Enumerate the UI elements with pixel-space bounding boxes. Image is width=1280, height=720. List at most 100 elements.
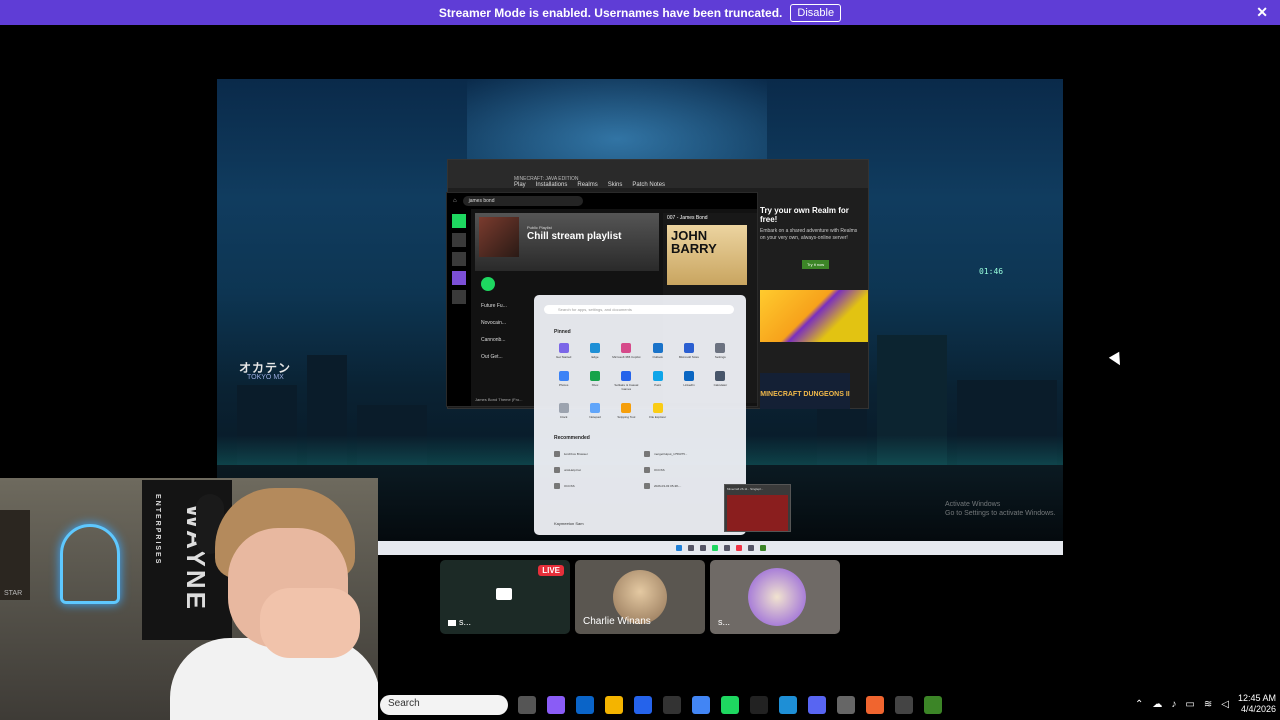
- start-user-name[interactable]: Kaymeeton Sam: [554, 521, 584, 526]
- pinned-app[interactable]: LinkedIn: [673, 371, 704, 391]
- tab-patch-notes[interactable]: Patch Notes: [632, 182, 665, 188]
- track-row[interactable]: Novocain...: [481, 315, 507, 332]
- terminal-icon[interactable]: [750, 696, 768, 714]
- pinned-apps-grid: Get Started Edge Microsoft 365 Copilot Outl…: [548, 343, 736, 419]
- app-icon: [652, 371, 663, 381]
- file-explorer-icon[interactable]: [605, 696, 623, 714]
- start-menu[interactable]: Search for apps, settings, and documents…: [534, 295, 746, 535]
- avatar: [748, 568, 806, 626]
- tab-play[interactable]: Play: [514, 182, 526, 188]
- pinned-app[interactable]: Photos: [548, 371, 579, 391]
- activate-sub: Go to Settings to activate Windows.: [945, 510, 1056, 517]
- recommended-item[interactable]: 2026-03-03 05-38-...: [644, 483, 734, 489]
- poster-text: STAR: [4, 590, 23, 597]
- tab-installations[interactable]: Installations: [536, 182, 568, 188]
- spotify-icon[interactable]: [721, 696, 739, 714]
- pinned-app[interactable]: Paint: [642, 371, 673, 391]
- taskbar-search-input[interactable]: Search: [380, 695, 508, 715]
- pinned-app[interactable]: Settings: [705, 343, 736, 359]
- pinned-app[interactable]: Microsoft Store: [673, 343, 704, 359]
- app-label: Settings: [714, 355, 726, 359]
- home-icon[interactable]: ⌂: [453, 198, 457, 204]
- spotify-search-input[interactable]: james bond: [462, 196, 583, 206]
- discord-icon[interactable]: [808, 696, 826, 714]
- recommended-item[interactable]: mergeOutput_1759375...: [644, 451, 734, 457]
- pinned-app[interactable]: Microsoft 365 Copilot: [611, 343, 642, 359]
- microsoft-store-icon[interactable]: [634, 696, 652, 714]
- recommended-item[interactable]: OCCSS: [644, 467, 734, 473]
- chatgpt-icon[interactable]: [663, 696, 681, 714]
- start-search-input[interactable]: Search for apps, settings, and documents: [544, 305, 734, 314]
- recommended-item[interactable]: unisHelp.hat: [554, 467, 644, 473]
- dungeons-banner[interactable]: MINECRAFT DUNGEONS II: [760, 373, 850, 409]
- recommended-item[interactable]: OCCSS: [554, 483, 644, 489]
- playlist-kind: Public Playlist: [527, 225, 552, 230]
- app-label: LinkedIn: [683, 383, 695, 387]
- pinned-app[interactable]: Snipping Tool: [611, 403, 642, 419]
- display-icon[interactable]: ▭: [1185, 699, 1194, 710]
- edge-icon[interactable]: [779, 696, 797, 714]
- activate-windows-watermark: Activate Windows Go to Settings to activ…: [945, 500, 1056, 518]
- realm-promo-text: Embark on a shared adventure with Realms…: [760, 228, 858, 241]
- pinned-app[interactable]: Calculator: [705, 371, 736, 391]
- wifi-icon[interactable]: ≋: [1204, 699, 1212, 710]
- app-label: Xbox: [591, 383, 599, 387]
- app-notification-icon[interactable]: [895, 696, 913, 714]
- disable-button[interactable]: Disable: [790, 3, 842, 22]
- track-row[interactable]: Cannonb...: [481, 332, 507, 349]
- app-label: Photos: [558, 383, 569, 387]
- pinned-app[interactable]: Get Started: [548, 343, 579, 359]
- chrome-icon[interactable]: [692, 696, 710, 714]
- pinned-app[interactable]: File Explorer: [642, 403, 673, 419]
- app-icon: [589, 371, 600, 381]
- app-label: Microsoft Store: [678, 355, 700, 359]
- tab-skins[interactable]: Skins: [608, 182, 623, 188]
- file-icon: [554, 451, 560, 457]
- popup-thumbnail: [727, 495, 788, 531]
- pinned-app[interactable]: Outlook: [642, 343, 673, 359]
- participant-tile-live[interactable]: LIVE s...: [440, 560, 570, 634]
- pinned-app[interactable]: Notepad: [579, 403, 610, 419]
- pinned-app[interactable]: Solitaire & Casual Games: [611, 371, 642, 391]
- webcam-feed[interactable]: STAR ENTERPRISES WAYNE: [0, 478, 378, 720]
- recommended-label: lunchbox Browser: [564, 452, 588, 456]
- app-icon: [558, 403, 569, 413]
- file-icon: [554, 467, 560, 473]
- close-icon[interactable]: ✕: [1256, 4, 1268, 21]
- track-row[interactable]: Out Get...: [481, 349, 507, 366]
- brave-icon[interactable]: [866, 696, 884, 714]
- taskbar-clock[interactable]: 12:45 AM 4/4/2026: [1238, 693, 1276, 715]
- play-button[interactable]: [481, 277, 495, 291]
- participant-tile-charlie[interactable]: Charlie Winans: [575, 560, 705, 634]
- clock-date: 4/4/2026: [1240, 704, 1276, 714]
- settings-icon[interactable]: [837, 696, 855, 714]
- track-row[interactable]: Future Fu...: [481, 298, 507, 315]
- pinned-app[interactable]: Xbox: [579, 371, 610, 391]
- app-icon: [558, 371, 569, 381]
- try-realm-button[interactable]: Try it now: [802, 260, 830, 269]
- app-icon: [652, 343, 663, 353]
- pinned-app[interactable]: Clock: [548, 403, 579, 419]
- chevron-up-icon[interactable]: ⌃: [1135, 699, 1143, 710]
- clock-time: 12:45 AM: [1237, 693, 1276, 703]
- volume-icon[interactable]: ◁: [1221, 699, 1229, 710]
- app-icon: [589, 343, 600, 353]
- participant-tile-third[interactable]: s...: [710, 560, 840, 634]
- recommended-label: Recommended: [554, 435, 590, 441]
- copilot-icon[interactable]: [547, 696, 565, 714]
- task-view-icon[interactable]: [518, 696, 536, 714]
- file-icon: [554, 483, 560, 489]
- participant-name: s...: [448, 617, 471, 627]
- pinned-app[interactable]: Edge: [579, 343, 610, 359]
- app-icon: [621, 343, 632, 353]
- app-icon: [683, 371, 694, 381]
- tab-realms[interactable]: Realms: [577, 182, 597, 188]
- minecraft-preview-popup[interactable]: Minecraft 26.11 - Singlepl...: [724, 484, 791, 532]
- neon-light: [60, 524, 120, 604]
- minecraft-icon[interactable]: [924, 696, 942, 714]
- live-badge: LIVE: [538, 565, 564, 576]
- recommended-item[interactable]: lunchbox Browser: [554, 451, 644, 457]
- outlook-icon[interactable]: [576, 696, 594, 714]
- cloud-icon[interactable]: ☁: [1152, 699, 1162, 710]
- microphone-icon[interactable]: ♪: [1171, 699, 1176, 710]
